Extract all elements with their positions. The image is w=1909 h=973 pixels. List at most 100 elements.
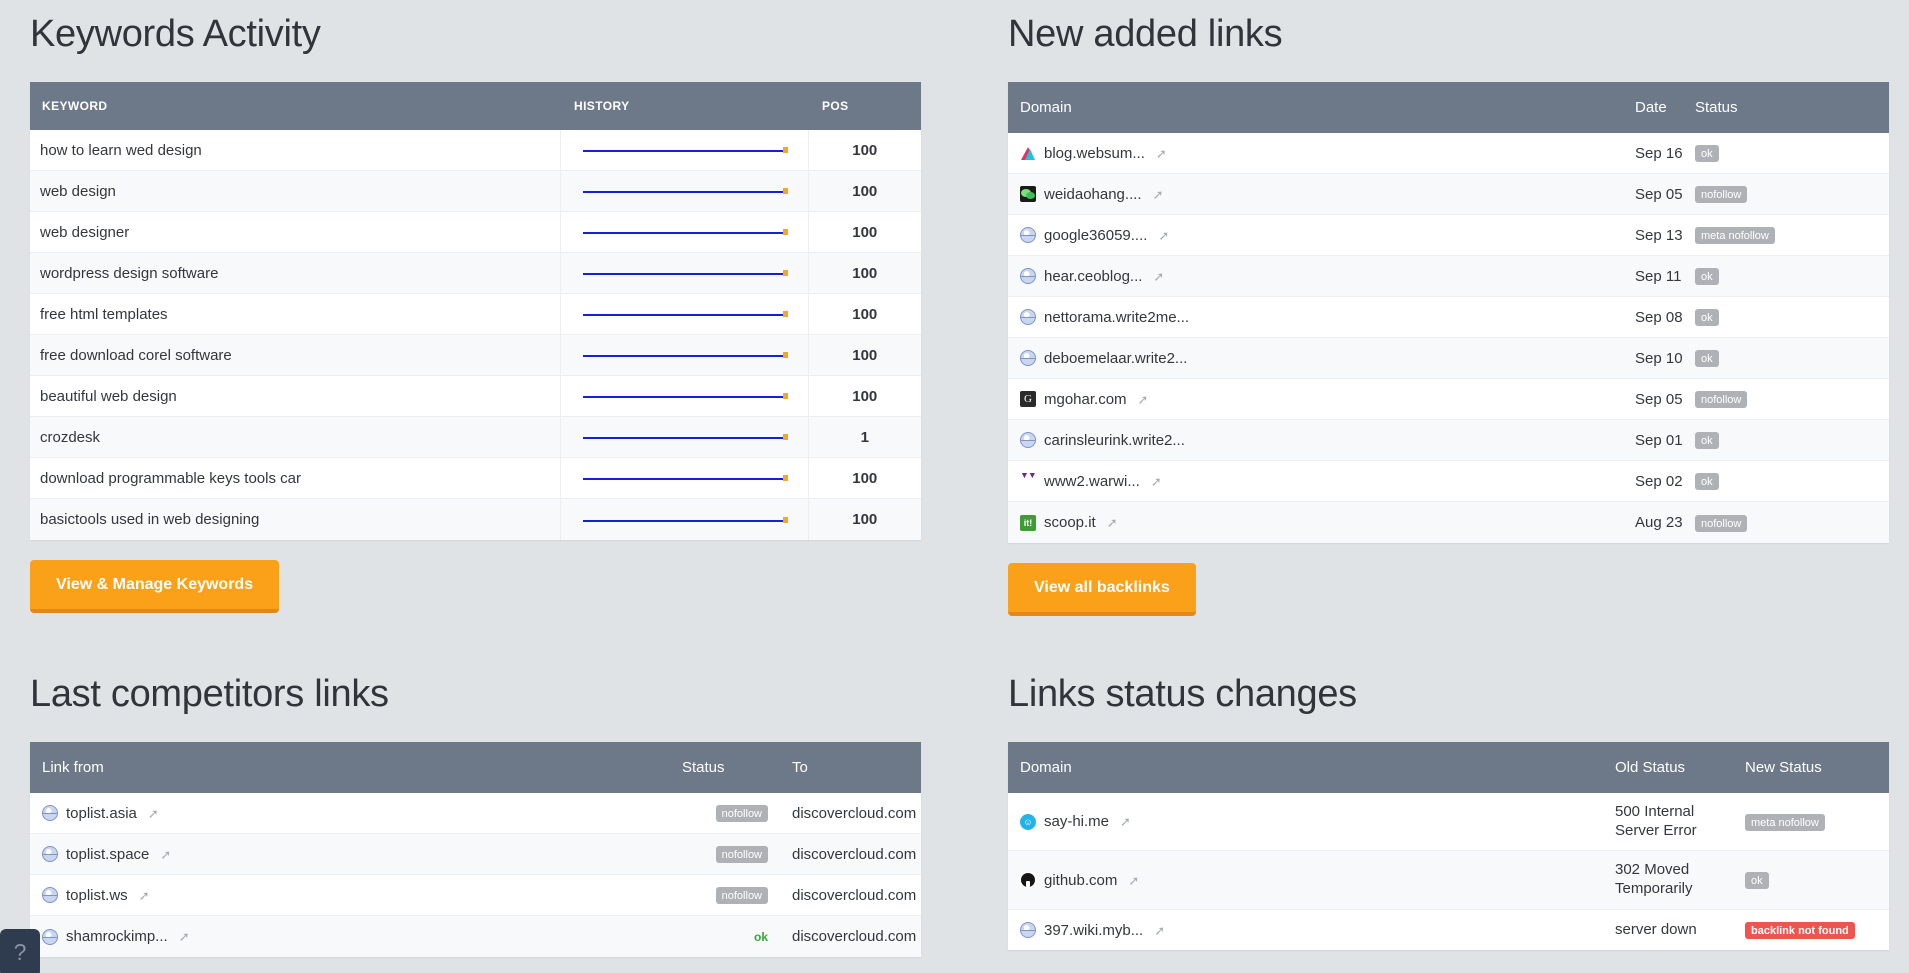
- external-link-icon[interactable]: ➚: [148, 807, 159, 820]
- sparkline-end-marker: [782, 270, 788, 277]
- favicon-sayhi-icon: ☺: [1020, 813, 1036, 830]
- domain-name[interactable]: mgohar.com: [1044, 391, 1127, 408]
- external-link-icon[interactable]: ➚: [1128, 874, 1139, 887]
- domain-name[interactable]: www2.warwi...: [1044, 473, 1140, 490]
- view-all-backlinks-button[interactable]: View all backlinks: [1008, 562, 1196, 616]
- domain-name[interactable]: nettorama.write2me...: [1044, 309, 1189, 326]
- table-row[interactable]: crozdesk 1: [30, 416, 921, 459]
- table-row[interactable]: web design 100: [30, 170, 921, 213]
- external-link-icon[interactable]: ➚: [1151, 475, 1162, 488]
- table-row[interactable]: free html templates 100: [30, 293, 921, 336]
- new-status-badge: backlink not found: [1745, 922, 1855, 940]
- table-row[interactable]: wordpress design software 100: [30, 252, 921, 295]
- sparkline-line: [582, 191, 784, 194]
- domain-name[interactable]: google36059....: [1044, 227, 1147, 244]
- table-row[interactable]: blog.websum... ➚ Sep 16 ok: [1008, 132, 1889, 175]
- table-row[interactable]: basictools used in web designing 100: [30, 498, 921, 540]
- keyword-history-cell: [559, 416, 809, 459]
- sparkline-end-marker: [782, 188, 788, 195]
- table-row[interactable]: how to learn wed design 100: [30, 129, 921, 172]
- keyword-name: crozdesk: [30, 416, 560, 459]
- new-added-links-table: Domain Date Status blog.websum... ➚ Sep 1…: [1008, 81, 1889, 543]
- table-row[interactable]: github.com ➚ 302 Moved Temporarily ok: [1008, 850, 1889, 910]
- domain-name[interactable]: github.com: [1044, 872, 1117, 889]
- date-cell: Sep 05: [1623, 173, 1683, 216]
- domain-cell: hear.ceoblog... ➚: [1008, 255, 1623, 298]
- external-link-icon[interactable]: ➚: [1153, 270, 1164, 283]
- table-row[interactable]: nettorama.write2me... Sep 08 ok: [1008, 296, 1889, 339]
- keyword-position: 100: [808, 334, 921, 377]
- table-row[interactable]: download programmable keys tools car 100: [30, 457, 921, 500]
- link-from-domain[interactable]: shamrockimp...: [66, 928, 168, 945]
- table-row[interactable]: hear.ceoblog... ➚ Sep 11 ok: [1008, 255, 1889, 298]
- table-row[interactable]: 397.wiki.myb... ➚ server down backlink no…: [1008, 909, 1889, 950]
- table-row[interactable]: beautiful web design 100: [30, 375, 921, 418]
- status-cell: ok: [1683, 296, 1889, 339]
- link-from-domain[interactable]: toplist.ws: [66, 887, 128, 904]
- keyword-name: beautiful web design: [30, 375, 560, 418]
- favicon-globe-icon: [1020, 309, 1036, 326]
- table-row[interactable]: google36059.... ➚ Sep 13 meta nofollow: [1008, 214, 1889, 257]
- domain-cell: blog.websum... ➚: [1008, 132, 1623, 175]
- domain-name[interactable]: weidaohang....: [1044, 186, 1142, 203]
- table-row[interactable]: www2.warwi... ➚ Sep 02 ok: [1008, 460, 1889, 503]
- sparkline-line: [582, 396, 784, 399]
- domain-name[interactable]: say-hi.me: [1044, 813, 1109, 830]
- external-link-icon[interactable]: ➚: [139, 889, 150, 902]
- keyword-position: 100: [808, 129, 921, 172]
- external-link-icon[interactable]: ➚: [1153, 188, 1164, 201]
- sparkline-chart: [575, 179, 794, 203]
- table-row[interactable]: ☺ say-hi.me ➚ 500 Internal Server Error me…: [1008, 792, 1889, 852]
- keyword-position: 100: [808, 293, 921, 336]
- domain-name[interactable]: carinsleurink.write2...: [1044, 432, 1185, 449]
- sparkline-chart: [575, 425, 794, 449]
- domain-cell: ☺ say-hi.me ➚: [1008, 792, 1603, 852]
- favicon-globe-icon: [1020, 350, 1036, 367]
- keyword-history-cell: [559, 211, 809, 254]
- keyword-position: 100: [808, 170, 921, 213]
- external-link-icon[interactable]: ➚: [179, 930, 190, 943]
- table-row[interactable]: shamrockimp... ➚ ok discovercloud.com: [30, 915, 921, 957]
- table-row[interactable]: deboemelaar.write2... Sep 10 ok: [1008, 337, 1889, 380]
- domain-name[interactable]: scoop.it: [1044, 514, 1096, 531]
- domain-cell: carinsleurink.write2...: [1008, 419, 1623, 462]
- status-badge: meta nofollow: [1695, 227, 1775, 245]
- table-row[interactable]: toplist.asia ➚ nofollow discovercloud.com: [30, 792, 921, 835]
- sparkline-end-marker: [782, 229, 788, 236]
- table-row[interactable]: toplist.space ➚ nofollow discovercloud.co…: [30, 833, 921, 876]
- domain-name[interactable]: blog.websum...: [1044, 145, 1145, 162]
- favicon-warwick-icon: [1020, 473, 1036, 490]
- link-from-domain[interactable]: toplist.space: [66, 846, 149, 863]
- external-link-icon[interactable]: ➚: [1158, 229, 1169, 242]
- old-status: server down: [1615, 920, 1697, 938]
- keyword-name: web design: [30, 170, 560, 213]
- external-link-icon[interactable]: ➚: [1154, 924, 1165, 937]
- keyword-name: free download corel software: [30, 334, 560, 377]
- external-link-icon[interactable]: ➚: [1120, 815, 1131, 828]
- keyword-history-cell: [559, 129, 809, 172]
- domain-name[interactable]: hear.ceoblog...: [1044, 268, 1142, 285]
- domain-name[interactable]: 397.wiki.myb...: [1044, 922, 1143, 939]
- table-row[interactable]: toplist.ws ➚ nofollow discovercloud.com: [30, 874, 921, 917]
- view-manage-keywords-button[interactable]: View & Manage Keywords: [30, 559, 280, 613]
- table-row[interactable]: Gmgohar.com ➚ Sep 05 nofollow: [1008, 378, 1889, 421]
- domain-name[interactable]: deboemelaar.write2...: [1044, 350, 1187, 367]
- link-from-domain[interactable]: toplist.asia: [66, 805, 137, 822]
- domain-cell: deboemelaar.write2...: [1008, 337, 1623, 380]
- table-row[interactable]: weidaohang.... ➚ Sep 05 nofollow: [1008, 173, 1889, 216]
- help-widget-button[interactable]: ?: [0, 929, 40, 973]
- table-row[interactable]: web designer 100: [30, 211, 921, 254]
- external-link-icon[interactable]: ➚: [1107, 516, 1118, 529]
- external-link-icon[interactable]: ➚: [1156, 147, 1167, 160]
- table-row[interactable]: free download corel software 100: [30, 334, 921, 377]
- external-link-icon[interactable]: ➚: [160, 848, 171, 861]
- new-status-cell: backlink not found: [1733, 909, 1889, 950]
- favicon-globe-icon: [1020, 227, 1036, 244]
- link-from-cell: shamrockimp... ➚: [30, 916, 670, 957]
- table-row[interactable]: it! scoop.it ➚ Aug 23 nofollow: [1008, 501, 1889, 543]
- sparkline-end-marker: [782, 393, 788, 400]
- links-status-changes-panel: Links status changes Domain Old Status N…: [1008, 660, 1889, 973]
- table-row[interactable]: carinsleurink.write2... Sep 01 ok: [1008, 419, 1889, 462]
- external-link-icon[interactable]: ➚: [1138, 393, 1149, 406]
- sparkline-line: [582, 232, 784, 235]
